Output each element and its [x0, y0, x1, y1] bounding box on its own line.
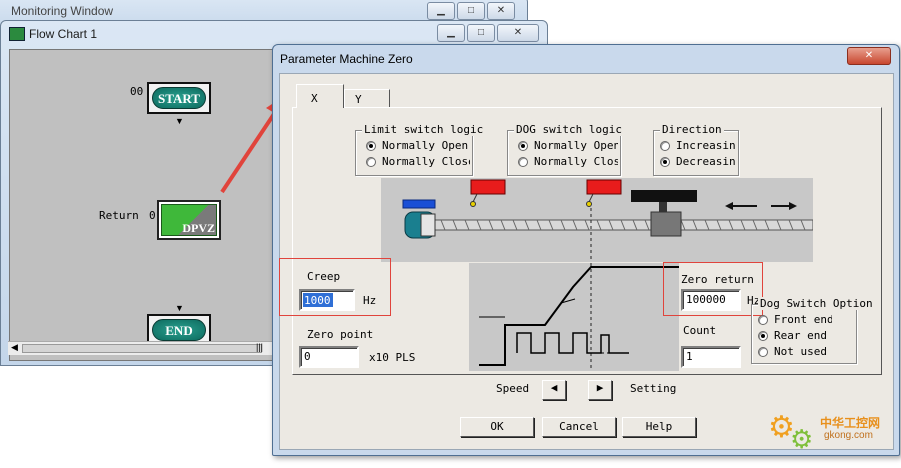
dog-switch-logic-group: DOG switch logic Normally Open Normally … [507, 123, 624, 176]
dog-normally-close-label[interactable]: Normally Close [534, 155, 618, 168]
watermark-url: gkong.com [824, 430, 873, 441]
dog-front-end-radio[interactable] [758, 315, 768, 325]
machine-illustration [381, 178, 814, 262]
count-input[interactable]: 1 [681, 346, 741, 368]
monitoring-window-title: Monitoring Window [11, 4, 114, 18]
dog-switch-logic-title: DOG switch logic [514, 123, 624, 136]
start-down-arrow-icon: ▼ [175, 116, 184, 126]
close-button[interactable]: ✕ [497, 24, 539, 42]
zero-point-input[interactable]: 0 [299, 346, 359, 368]
dog-normally-open-label[interactable]: Normally Open [534, 139, 618, 152]
limit-normally-open-radio[interactable] [366, 141, 376, 151]
dpvz-node[interactable]: DPVZ [157, 200, 221, 240]
dog-not-used-label[interactable]: Not used [774, 345, 854, 358]
tab-panel: Limit switch logic Normally Open Normall… [279, 107, 882, 375]
ballscrew-diagram [402, 179, 814, 262]
flowchart-title: Flow Chart 1 [29, 27, 98, 41]
creep-highlight-box [279, 258, 391, 316]
ok-button[interactable]: OK [460, 417, 534, 437]
direction-decreasing-label[interactable]: Decreasing [676, 155, 736, 168]
start-label: START [152, 87, 206, 109]
maximize-button[interactable]: □ [457, 2, 485, 20]
dpvz-label: DPVZ [182, 221, 215, 235]
dog-rear-end-radio[interactable] [758, 331, 768, 341]
dog-rear-end-label[interactable]: Rear end [774, 329, 854, 342]
tab-y[interactable]: Y [344, 89, 390, 108]
left-triangle-icon: ◀ [550, 381, 558, 394]
parameter-dialog: Parameter Machine Zero ✕ X Y Limit switc… [272, 44, 900, 456]
dog-not-used-radio[interactable] [758, 347, 768, 357]
dog-front-end-label[interactable]: Front end [774, 313, 832, 326]
count-label: Count [683, 324, 717, 337]
end-label: END [152, 319, 206, 341]
minimize-button[interactable]: ▁ [437, 24, 465, 42]
return-index: 0 [149, 209, 156, 222]
end-down-arrow-icon: ▼ [175, 303, 184, 313]
cancel-button[interactable]: Cancel [542, 417, 616, 437]
speed-left-button[interactable]: ◀ [542, 380, 566, 400]
tab-x[interactable]: X [296, 84, 344, 108]
dialog-body: X Y Limit switch logic Normally Open Nor… [279, 73, 894, 450]
setting-label: Setting [630, 382, 677, 395]
speed-label: Speed [496, 382, 530, 395]
direction-group: Direction Increasing Decreasing [653, 123, 739, 176]
limit-switch-logic-title: Limit switch logic [362, 123, 486, 136]
dialog-titlebar[interactable]: Parameter Machine Zero ✕ [273, 45, 899, 73]
direction-title: Direction [660, 123, 724, 136]
flowchart-app-icon [9, 27, 25, 41]
flowchart-scrollbar[interactable]: ◀ ||| [8, 341, 274, 355]
dog-normally-open-radio[interactable] [518, 141, 528, 151]
help-button[interactable]: Help [622, 417, 696, 437]
zero-return-highlight-box [663, 262, 763, 316]
direction-decreasing-radio[interactable] [660, 157, 670, 167]
maximize-button[interactable]: □ [467, 24, 495, 42]
timing-chart [469, 263, 679, 371]
speed-profile-diagram [479, 263, 679, 371]
speed-right-button[interactable]: ▶ [588, 380, 612, 400]
close-button[interactable]: ✕ [487, 2, 515, 20]
start-index: 00 [130, 85, 144, 98]
zero-point-unit: x10 PLS [369, 351, 416, 364]
scroll-left-icon[interactable]: ◀ [11, 342, 18, 353]
right-triangle-icon: ▶ [596, 381, 604, 394]
scroll-grip-icon: ||| [256, 342, 264, 352]
limit-normally-close-radio[interactable] [366, 157, 376, 167]
limit-normally-close-label[interactable]: Normally Close [382, 155, 470, 168]
dialog-close-button[interactable]: ✕ [847, 47, 891, 65]
dog-normally-close-radio[interactable] [518, 157, 528, 167]
start-node[interactable]: START [147, 82, 211, 114]
dog-switch-option-group: Dog Switch Option Front end Rear end Not… [751, 297, 875, 364]
zero-point-label: Zero point [307, 328, 374, 341]
minimize-button[interactable]: ▁ [427, 2, 455, 20]
return-prefix: Return [99, 209, 139, 222]
direction-increasing-label[interactable]: Increasing [676, 139, 736, 152]
watermark: ⚙ ⚙ 中华工控网 gkong.com [768, 410, 898, 460]
dialog-title: Parameter Machine Zero [280, 52, 413, 66]
dog-switch-option-title: Dog Switch Option [758, 297, 875, 310]
scroll-thumb[interactable] [22, 344, 262, 353]
gear-icon-small: ⚙ [790, 424, 814, 454]
watermark-text: 中华工控网 [820, 416, 881, 430]
direction-increasing-radio[interactable] [660, 141, 670, 151]
limit-normally-open-label[interactable]: Normally Open [382, 139, 470, 152]
limit-switch-logic-group: Limit switch logic Normally Open Normall… [355, 123, 486, 176]
